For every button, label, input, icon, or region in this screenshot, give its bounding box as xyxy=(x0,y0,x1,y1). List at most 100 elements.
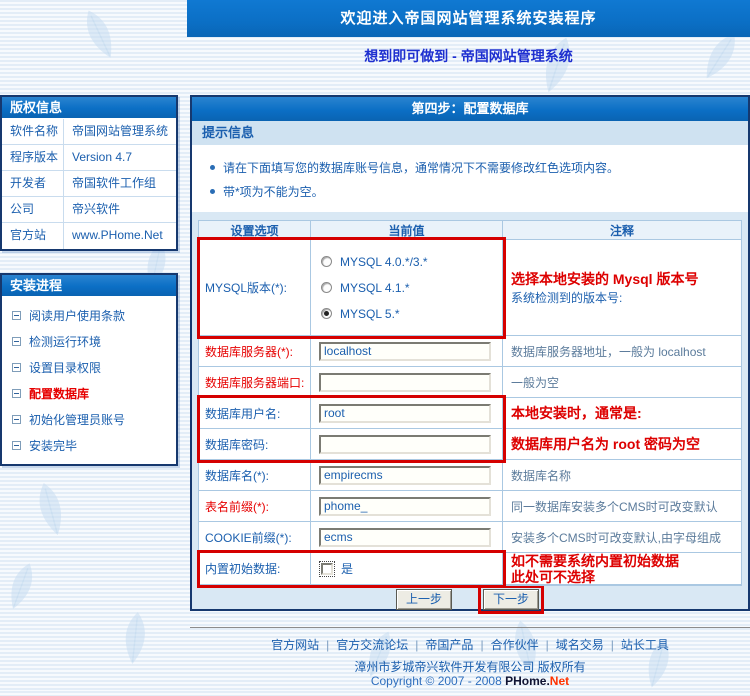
tree-minus-icon xyxy=(12,337,21,346)
wizard-buttons: 上一步 下一步 xyxy=(192,587,748,611)
progress-step-database-current: 配置数据库 xyxy=(2,380,176,406)
radio-checked-icon[interactable] xyxy=(321,308,332,319)
cookie-prefix-input[interactable] xyxy=(319,528,491,547)
row-label: 公司 xyxy=(2,197,64,222)
leaf-decoration xyxy=(112,608,158,670)
builtin-data-checkbox[interactable] xyxy=(319,561,335,577)
official-site-link[interactable]: www.PHome.Net xyxy=(64,223,176,249)
db-port-row: 数据库服务器端口: 一般为空 xyxy=(199,367,741,398)
footer-link-domains[interactable]: 域名交易 xyxy=(556,638,604,652)
db-username-row: 数据库用户名: 本地安装时，通常是: xyxy=(199,398,741,429)
progress-step-finish: 安装完毕 xyxy=(2,432,176,458)
db-password-comment: 数据库用户名为 root 密码为空 xyxy=(503,429,741,459)
radio-icon[interactable] xyxy=(321,256,332,267)
bullet-icon xyxy=(210,189,215,194)
progress-panel-title: 安装进程 xyxy=(2,275,176,297)
progress-step-label: 阅读用户使用条款 xyxy=(29,307,125,324)
hint-text: 带*项为不能为空。 xyxy=(223,183,324,200)
db-password-input[interactable] xyxy=(319,435,491,454)
footer-divider xyxy=(190,627,750,628)
tree-minus-icon xyxy=(12,441,21,450)
footer-link-products[interactable]: 帝国产品 xyxy=(425,638,473,652)
footer-link-forum[interactable]: 官方交流论坛 xyxy=(336,638,408,652)
radio-label: MYSQL 4.1.* xyxy=(340,281,410,295)
leaf-decoration xyxy=(23,476,79,545)
hint-text: 请在下面填写您的数据库账号信息，通常情况下不需要修改红色选项内容。 xyxy=(223,159,619,176)
footer-links: 官方网站|官方交流论坛|帝国产品|合作伙伴|域名交易|站长工具 xyxy=(190,636,750,653)
table-prefix-label: 表名前缀(*): xyxy=(199,491,311,521)
db-server-label: 数据库服务器(*): xyxy=(199,336,311,366)
progress-step-permissions: 设置目录权限 xyxy=(2,354,176,380)
brand-net: Net xyxy=(550,674,569,688)
column-header-value: 当前值 xyxy=(311,221,503,239)
db-username-input[interactable] xyxy=(319,404,491,423)
hint-section-body: 请在下面填写您的数据库账号信息，通常情况下不需要修改红色选项内容。 带*项为不能… xyxy=(192,146,748,212)
row-label: 官方站 xyxy=(2,223,64,249)
progress-step-label: 配置数据库 xyxy=(29,385,89,402)
comment-line1: 如不需要系统内置初始数据 xyxy=(511,553,679,569)
builtin-data-row: 内置初始数据: 是 如不需要系统内置初始数据 此处可不选择 xyxy=(199,553,741,585)
link-separator: | xyxy=(326,638,329,652)
table-prefix-input[interactable] xyxy=(319,497,491,516)
footer-link-official-site[interactable]: 官方网站 xyxy=(271,638,319,652)
progress-step-terms: 阅读用户使用条款 xyxy=(2,302,176,328)
row-label: 程序版本 xyxy=(2,145,64,170)
row-value: 帝国网站管理系统 xyxy=(64,119,176,144)
db-port-label: 数据库服务器端口: xyxy=(199,367,311,397)
radio-label: MYSQL 5.* xyxy=(340,307,400,321)
banner-title: 欢迎进入帝国网站管理系统安装程序 xyxy=(187,0,750,37)
checkbox-icon[interactable] xyxy=(321,563,333,575)
db-port-comment: 一般为空 xyxy=(503,367,741,397)
table-prefix-comment: 同一数据库安装多个CMS时可改变默认 xyxy=(503,491,741,521)
db-name-label: 数据库名(*): xyxy=(199,460,311,490)
cookie-prefix-row: COOKIE前缀(*): 安装多个CMS时可改变默认,由字母组成 xyxy=(199,522,741,553)
radio-mysql-5-selected[interactable]: MYSQL 5.* xyxy=(311,301,400,327)
db-name-input[interactable] xyxy=(319,466,491,485)
db-port-input[interactable] xyxy=(319,373,491,392)
database-config-table: 设置选项 当前值 注释 MYSQL版本(*): MYSQL 4.0.*/3.* … xyxy=(198,220,742,586)
db-password-row: 数据库密码: 数据库用户名为 root 密码为空 xyxy=(199,429,741,460)
leaf-decoration xyxy=(0,555,48,619)
row-value: 帝兴软件 xyxy=(64,197,176,222)
footer-link-partners[interactable]: 合作伙伴 xyxy=(491,638,539,652)
progress-step-label: 安装完毕 xyxy=(29,437,77,454)
db-username-label: 数据库用户名: xyxy=(199,398,311,428)
database-config-panel: 第四步：配置数据库 提示信息 请在下面填写您的数据库账号信息，通常情况下不需要修… xyxy=(190,95,750,611)
step-title: 第四步：配置数据库 xyxy=(192,97,748,121)
column-header-comment: 注释 xyxy=(503,221,741,239)
builtin-data-label: 内置初始数据: xyxy=(199,553,311,584)
link-separator: | xyxy=(546,638,549,652)
mysql-version-label: MYSQL版本(*): xyxy=(199,240,311,335)
mysql-version-row: MYSQL版本(*): MYSQL 4.0.*/3.* MYSQL 4.1.* … xyxy=(199,240,741,336)
next-step-button[interactable]: 下一步 xyxy=(483,589,539,610)
footer-link-webmaster-tools[interactable]: 站长工具 xyxy=(621,638,669,652)
brand-phome: PHome. xyxy=(505,674,550,688)
db-name-comment: 数据库名称 xyxy=(503,460,741,490)
mysql-version-options: MYSQL 4.0.*/3.* MYSQL 4.1.* MYSQL 5.* xyxy=(311,240,503,335)
db-server-input[interactable] xyxy=(319,342,491,361)
progress-step-admin: 初始化管理员账号 xyxy=(2,406,176,432)
banner-subtitle: 想到即可做到 - 帝国网站管理系统 xyxy=(187,46,750,66)
table-row: 开发者 帝国软件工作组 xyxy=(2,171,176,197)
checkbox-label: 是 xyxy=(341,560,353,577)
radio-icon[interactable] xyxy=(321,282,332,293)
previous-step-button[interactable]: 上一步 xyxy=(396,589,452,610)
mysql-version-comment: 选择本地安装的 Mysql 版本号 系统检测到的版本号: xyxy=(503,240,741,335)
footer-company: 漳州市芗城帝兴软件开发有限公司 版权所有 xyxy=(190,658,750,675)
row-value: Version 4.7 xyxy=(64,145,176,170)
hint-bullet: 请在下面填写您的数据库账号信息，通常情况下不需要修改红色选项内容。 xyxy=(206,155,734,179)
link-separator: | xyxy=(480,638,483,652)
radio-mysql-41[interactable]: MYSQL 4.1.* xyxy=(311,275,410,301)
comment-highlight: 选择本地安装的 Mysql 版本号 xyxy=(511,269,698,289)
builtin-data-comment: 如不需要系统内置初始数据 此处可不选择 xyxy=(503,553,741,584)
db-server-comment: 数据库服务器地址，一般为 localhost xyxy=(503,336,741,366)
comment-detected-version: 系统检测到的版本号: xyxy=(511,289,622,307)
progress-step-label: 设置目录权限 xyxy=(29,359,101,376)
comment-line2: 此处可不选择 xyxy=(511,569,595,585)
column-header-option: 设置选项 xyxy=(199,221,311,239)
copyright-text: Copyright © 2007 - 2008 xyxy=(371,674,505,688)
radio-mysql-40[interactable]: MYSQL 4.0.*/3.* xyxy=(311,249,428,275)
tree-minus-icon xyxy=(12,415,21,424)
tree-minus-icon xyxy=(12,363,21,372)
tree-minus-icon xyxy=(12,311,21,320)
